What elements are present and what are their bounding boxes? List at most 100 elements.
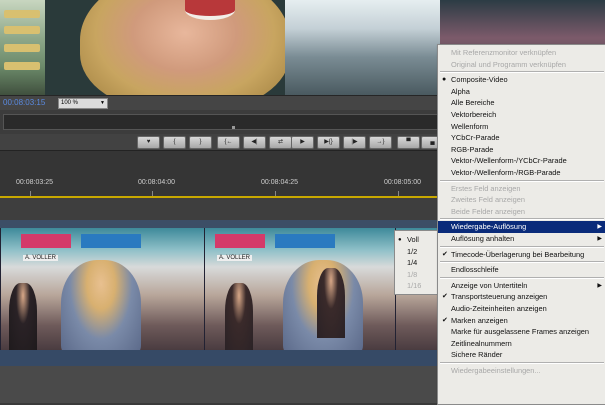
menu-separator	[440, 276, 604, 279]
play-icon[interactable]: ▶	[291, 136, 314, 149]
ruler-label: 00:08:03:25	[16, 179, 53, 186]
zoom-select[interactable]: 100 % ▼	[58, 98, 108, 109]
clip-thumbnail-person	[317, 268, 345, 338]
resolution-option-label: Voll	[407, 235, 419, 244]
menu-item-label: Alpha	[451, 86, 470, 96]
go-to-out-icon[interactable]: →}	[369, 136, 392, 149]
menu-item-label: Sichere Ränder	[451, 350, 503, 360]
radio-dot-icon: ●	[442, 76, 447, 84]
checkmark-icon: ✔	[442, 316, 448, 324]
radio-dot-icon: ●	[398, 237, 402, 243]
menu-item-label: RGB-Parade	[451, 144, 494, 154]
resolution-submenu: ● Voll 1/2 1/4 1/8 1/16	[394, 230, 440, 295]
menu-item[interactable]: Alle Bereiche	[438, 97, 605, 109]
menu-item-label: Wiedergabeeinstellungen...	[451, 366, 541, 375]
menu-item-label: Anzeige von Untertiteln	[451, 280, 528, 290]
menu-item[interactable]: Vektorbereich	[438, 109, 605, 121]
menu-item-label: Wellenform	[451, 121, 489, 131]
menu-item-label: Vektorbereich	[451, 110, 497, 119]
clip-sign	[81, 234, 141, 248]
menu-item[interactable]: Wellenform	[438, 121, 605, 133]
submenu-arrow-icon: ▶	[597, 236, 602, 242]
in-point-icon[interactable]: {	[163, 136, 186, 149]
clip-sign	[215, 234, 265, 248]
menu-item: Mit Referenzmonitor verknüpfen	[438, 47, 605, 59]
monitor-context-menu: Mit Referenzmonitor verknüpfen Original u…	[437, 44, 605, 405]
menu-item: Wiedergabeeinstellungen...	[438, 365, 605, 377]
menu-item[interactable]: Marke für ausgelassene Frames anzeigen	[438, 326, 605, 338]
menu-item[interactable]: ✔ Marken anzeigen	[438, 315, 605, 327]
step-forward-icon[interactable]: |▶	[343, 136, 366, 149]
clip-sign	[275, 234, 335, 248]
menu-item[interactable]: Zeitlinealnummern	[438, 338, 605, 350]
menu-item-label: Composite-Video	[451, 75, 508, 85]
chevron-down-icon: ▼	[100, 100, 105, 106]
menu-item-label: Endlosschleife	[451, 265, 499, 275]
menu-item[interactable]: Wiedergabe-Auflösung ▶	[438, 221, 605, 234]
shelf-image-left	[0, 0, 45, 95]
menu-item-label: Mit Referenzmonitor verknüpfen	[451, 48, 557, 57]
clip-thumbnail-person	[225, 283, 253, 350]
menu-separator	[440, 245, 604, 248]
menu-separator	[440, 218, 604, 221]
out-point-icon[interactable]: }	[189, 136, 212, 149]
menu-separator	[440, 71, 604, 74]
resolution-option[interactable]: 1/2	[395, 246, 439, 258]
menu-item-label: YCbCr-Parade	[451, 133, 500, 143]
menu-item-label: Marke für ausgelassene Frames anzeigen	[451, 327, 590, 337]
menu-item: Beide Felder anzeigen	[438, 206, 605, 218]
marker-icon[interactable]: ♥	[137, 136, 160, 149]
menu-item: Original und Programm verknüpfen	[438, 59, 605, 71]
ruler-label: 00:08:04:25	[261, 179, 298, 186]
menu-item[interactable]: Auflösung anhalten ▶	[438, 233, 605, 245]
video-frame-mouth	[185, 0, 235, 20]
menu-item[interactable]: RGB-Parade	[438, 144, 605, 156]
video-clip[interactable]: A. VOLLER	[0, 228, 204, 350]
menu-item[interactable]: Audio-Zeiteinheiten anzeigen	[438, 303, 605, 315]
video-clip[interactable]: A. VOLLER	[204, 228, 395, 350]
current-timecode[interactable]: 00:08:03:15	[3, 96, 45, 110]
playhead-indicator[interactable]	[232, 126, 235, 129]
resolution-option[interactable]: ● Voll	[395, 234, 439, 246]
loop-icon[interactable]: ⇄	[269, 136, 292, 149]
menu-item[interactable]: Sichere Ränder	[438, 349, 605, 361]
menu-item[interactable]: ✔ Timecode-Überlagerung bei Bearbeitung	[438, 249, 605, 261]
resolution-option: 1/8	[395, 269, 439, 281]
go-to-in-icon[interactable]: {←	[217, 136, 240, 149]
shelf-image-right	[285, 0, 455, 95]
menu-separator	[440, 261, 604, 264]
play-in-to-out-icon[interactable]: ▶{}	[317, 136, 340, 149]
clip-sign	[21, 234, 71, 248]
resolution-option-label: 1/2	[407, 246, 418, 256]
video-frame-face	[80, 0, 290, 95]
menu-item-label: Vektor-/Wellenform-/RGB-Parade	[451, 168, 561, 177]
menu-item-label: Original und Programm verknüpfen	[451, 59, 567, 69]
menu-item[interactable]: Anzeige von Untertiteln ▶	[438, 280, 605, 292]
ruler-label: 00:08:04:00	[138, 179, 175, 186]
menu-item[interactable]: Vektor-/Wellenform-/RGB-Parade	[438, 167, 605, 179]
menu-item[interactable]: Alpha	[438, 86, 605, 98]
resolution-option: 1/16	[395, 280, 439, 292]
ruler-label: 00:08:05:00	[384, 179, 421, 186]
clip-sign-text: A. VOLLER	[217, 255, 253, 261]
menu-item: Erstes Feld anzeigen	[438, 183, 605, 195]
lift-icon[interactable]: ▀	[397, 136, 420, 149]
menu-item-label: Auflösung anhalten	[451, 234, 515, 243]
menu-item-label: Audio-Zeiteinheiten anzeigen	[451, 304, 547, 313]
step-back-icon[interactable]: ◀|	[243, 136, 266, 149]
menu-item[interactable]: ● Composite-Video	[438, 74, 605, 86]
menu-item-label: Vektor-/Wellenform-/YCbCr-Parade	[451, 156, 567, 166]
menu-item-label: Alle Bereiche	[451, 98, 495, 108]
menu-item-label: Timecode-Überlagerung bei Bearbeitung	[451, 249, 585, 259]
resolution-option-label: 1/16	[407, 281, 422, 291]
checkmark-icon: ✔	[442, 293, 448, 301]
menu-item[interactable]: ✔ Transportsteuerung anzeigen	[438, 291, 605, 303]
clip-thumbnail-person	[61, 260, 141, 350]
clip-sign-text: A. VOLLER	[23, 255, 59, 261]
resolution-option-label: 1/8	[407, 269, 418, 279]
menu-item[interactable]: Vektor-/Wellenform-/YCbCr-Parade	[438, 155, 605, 167]
menu-item[interactable]: YCbCr-Parade	[438, 132, 605, 144]
resolution-option[interactable]: 1/4	[395, 257, 439, 269]
menu-item[interactable]: Endlosschleife	[438, 264, 605, 276]
menu-item-label: Zweites Feld anzeigen	[451, 195, 525, 205]
